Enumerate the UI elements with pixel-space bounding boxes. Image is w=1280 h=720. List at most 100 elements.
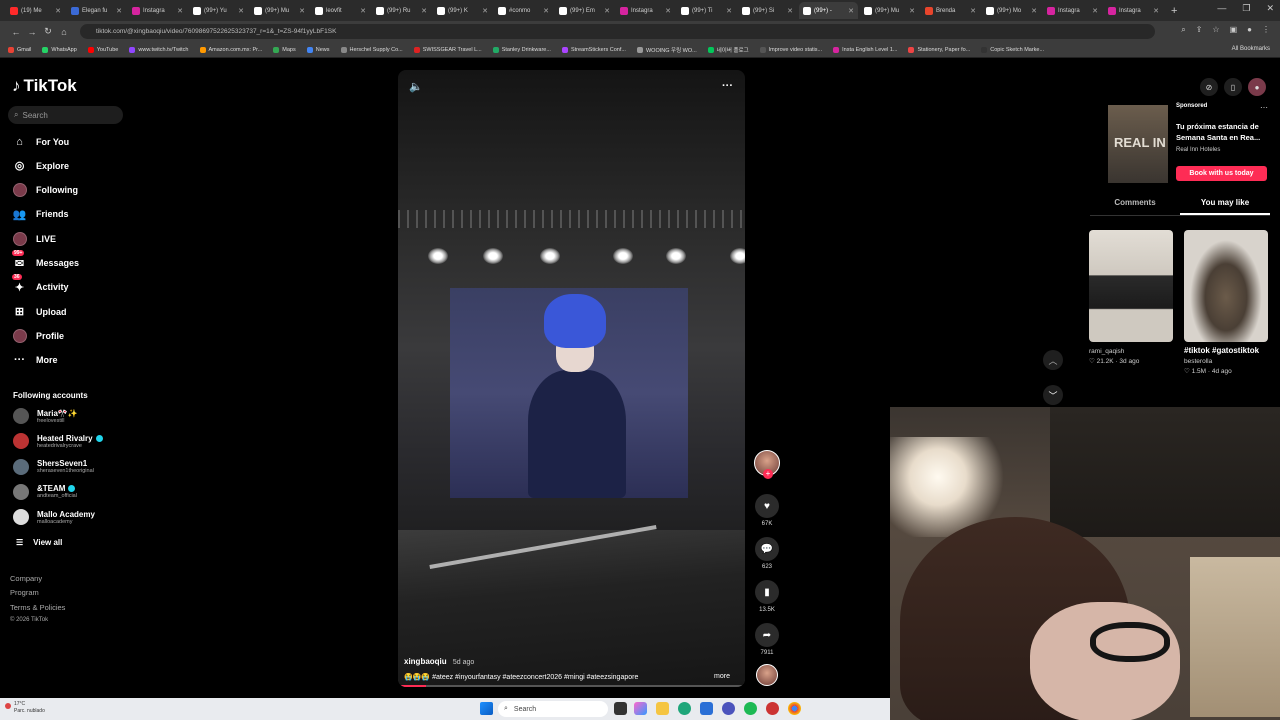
tab-close-icon[interactable]: ✕ (1092, 7, 1098, 15)
video-player[interactable]: 🔈 ··· xingbaoqiu 5d ago 😭😭😭 #ateez #inyo… (398, 70, 745, 687)
tab-you-may-like[interactable]: You may like (1180, 198, 1270, 215)
caption-more-link[interactable]: more (714, 673, 730, 681)
video-author[interactable]: xingbaoqiu (404, 657, 447, 666)
following-account[interactable]: &TEAM andteam_official (13, 483, 77, 500)
footer-terms[interactable]: Terms & Policies (10, 603, 65, 612)
footer-company[interactable]: Company (10, 574, 42, 583)
following-account[interactable]: Maria🎌✨ freelovestill (13, 408, 78, 424)
rec-author[interactable]: rami_qaqish (1089, 348, 1173, 355)
recommended-video[interactable]: rami_qaqish ♡ 21.2K · 3d ago (1089, 230, 1173, 365)
bookmark-item[interactable]: SWISSGEAR Travel L... (413, 46, 482, 53)
bookmark-item[interactable]: Stanley Drinkware... (492, 46, 551, 53)
browser-tab[interactable]: (99+) Mo ✕ (982, 2, 1041, 19)
edge-icon[interactable] (678, 702, 691, 715)
share-icon[interactable]: ⇪ (1196, 25, 1203, 35)
bookmark-star-icon[interactable]: ☆ (1212, 25, 1219, 35)
browser-tab[interactable]: Brenda ✕ (921, 2, 980, 19)
bookmark-item[interactable]: News (306, 46, 330, 53)
browser-tab[interactable]: Instagra ✕ (616, 2, 675, 19)
task-view-icon[interactable] (614, 702, 627, 715)
minimize-icon[interactable]: — (1217, 3, 1226, 14)
bookmark-item[interactable]: Amazon.com.mx: Pr... (199, 46, 262, 53)
weather-widget[interactable]: 17°C Parc. nublado (14, 701, 45, 715)
nav-item-messages[interactable]: ✉ 99+ Messages (12, 249, 79, 271)
bookmark-item[interactable]: 네이버 플로그 (707, 46, 749, 54)
browser-tab[interactable]: Instagra ✕ (1104, 2, 1163, 19)
video-progress-bar[interactable] (398, 685, 745, 687)
bookmark-icon[interactable]: ▮ (755, 580, 779, 604)
tab-close-icon[interactable]: ✕ (909, 7, 915, 15)
rec-thumbnail[interactable] (1184, 230, 1268, 342)
menu-icon[interactable]: ⋮ (1262, 25, 1270, 35)
bookmark-item[interactable]: Insta English Level 1... (833, 46, 897, 53)
rec-author[interactable]: besterolla (1184, 358, 1268, 365)
browser-tab[interactable]: #conmo ✕ (494, 2, 553, 19)
device-icon[interactable]: ▯ (1224, 78, 1242, 96)
comment-icon[interactable]: 💬 (755, 537, 779, 561)
nav-item-activity[interactable]: ✦ 36 Activity (12, 273, 69, 295)
copilot-icon[interactable] (634, 702, 647, 715)
follow-plus-icon[interactable]: + (763, 469, 773, 479)
nav-item-upload[interactable]: ⊞ Upload (12, 304, 67, 319)
browser-tab[interactable]: (99+) Ti ✕ (677, 2, 736, 19)
video-hashtags[interactable]: 😭😭😭 #ateez #inyourfantasy #ateezconcert2… (404, 673, 638, 681)
recommended-video[interactable]: #tiktok #gatostiktok besterolla ♡ 1.5M ·… (1184, 230, 1268, 375)
bookmark-item[interactable]: YouTube (87, 46, 118, 53)
following-account[interactable]: ShersSeven1 sheraseven1theoriginal (13, 458, 94, 475)
tab-close-icon[interactable]: ✕ (482, 7, 488, 15)
next-video-icon[interactable]: ﹀ (1043, 385, 1063, 405)
music-disc-icon[interactable] (756, 664, 778, 686)
tab-close-icon[interactable]: ✕ (970, 7, 976, 15)
like-item[interactable]: ♥ 67K (752, 494, 782, 527)
reload-icon[interactable]: ↻ (40, 26, 56, 37)
forward-icon[interactable]: → (24, 27, 40, 37)
save-item[interactable]: ▮ 13.5K (752, 580, 782, 613)
tab-close-icon[interactable]: ✕ (177, 7, 183, 15)
sponsored-ad[interactable]: REAL IN Sponsored ⋯ Tu próxima estancia … (1108, 103, 1268, 187)
browser-tab[interactable]: (19) Me ✕ (6, 2, 65, 19)
browser-tab[interactable]: (99+) Mu ✕ (250, 2, 309, 19)
app-icon[interactable] (766, 702, 779, 715)
windows-start-icon[interactable] (480, 702, 493, 715)
tab-close-icon[interactable]: ✕ (55, 7, 61, 15)
maximize-icon[interactable]: ❐ (1242, 3, 1250, 14)
nav-item-for-you[interactable]: ⌂ For You (12, 134, 69, 149)
bookmark-item[interactable]: WhatsApp (42, 46, 77, 53)
bookmark-item[interactable]: Improve video statis... (759, 46, 822, 53)
store-icon[interactable] (700, 702, 713, 715)
bookmark-item[interactable]: WOOING 우링 WO... (636, 46, 697, 54)
all-bookmarks[interactable]: All Bookmarks (1232, 46, 1270, 52)
tiktok-logo[interactable]: ♪ TikTok (12, 76, 77, 96)
share-item[interactable]: ➦ 7911 (752, 623, 782, 656)
home-browser-icon[interactable]: ⌂ (56, 27, 72, 37)
nav-item-more[interactable]: ··· More (12, 353, 58, 368)
browser-tab[interactable]: leovfit ✕ (311, 2, 370, 19)
comment-item[interactable]: 💬 623 (752, 537, 782, 570)
browser-tab[interactable]: (99+) Ru ✕ (372, 2, 431, 19)
zoom-icon[interactable]: ⌕ (1181, 25, 1185, 35)
file-explorer-icon[interactable] (656, 702, 669, 715)
tab-close-icon[interactable]: ✕ (726, 7, 732, 15)
coin-icon[interactable]: ⊘ (1200, 78, 1218, 96)
nav-item-following[interactable]: Following (12, 183, 78, 198)
tab-close-icon[interactable]: ✕ (238, 7, 244, 15)
browser-tab[interactable]: (99+) Mu ✕ (860, 2, 919, 19)
tab-close-icon[interactable]: ✕ (665, 7, 671, 15)
tab-close-icon[interactable]: ✕ (116, 7, 122, 15)
nav-item-live[interactable]: LIVE (12, 231, 56, 246)
rec-title[interactable]: #tiktok #gatostiktok (1184, 345, 1268, 356)
following-account[interactable]: Heated Rivalry heatedrivalrycrave (13, 433, 103, 450)
spotify-icon[interactable] (744, 702, 757, 715)
ad-title[interactable]: Tu próxima estancia de Semana Santa en R… (1176, 121, 1268, 143)
nav-item-friends[interactable]: 👥 Friends (12, 207, 69, 222)
more-options-icon[interactable]: ··· (722, 80, 733, 92)
tab-comments[interactable]: Comments (1090, 198, 1180, 215)
view-all-button[interactable]: ☰ View all (16, 538, 62, 547)
extensions-icon[interactable]: ▣ (1230, 25, 1238, 35)
ad-image[interactable]: REAL IN (1108, 105, 1168, 183)
browser-tab[interactable]: (99+) Em ✕ (555, 2, 614, 19)
tab-close-icon[interactable]: ✕ (787, 7, 793, 15)
nav-item-explore[interactable]: ◎ Explore (12, 158, 69, 173)
tab-close-icon[interactable]: ✕ (299, 7, 305, 15)
bookmark-item[interactable]: Herschel Supply Co... (340, 46, 403, 53)
